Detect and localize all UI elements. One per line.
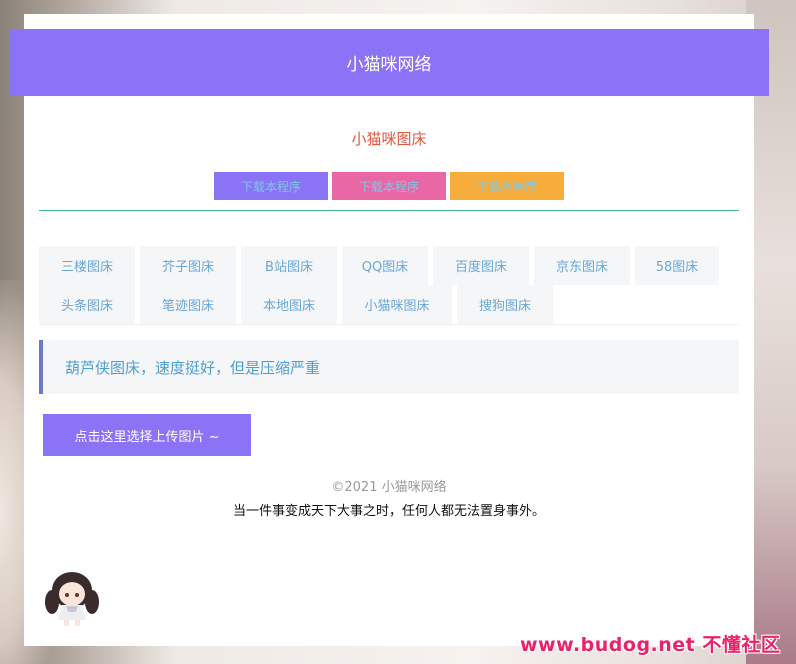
mascot-girl-icon (45, 572, 99, 626)
footer-quote: 当一件事变成天下大事之时，任何人都无法置身事外。 (232, 504, 545, 519)
notice-text: 葫芦侠图床，速度挺好，但是压缩严重 (65, 358, 321, 377)
tab-qq[interactable]: QQ图床 (342, 246, 428, 285)
tab-sanlou[interactable]: 三楼图床 (39, 246, 135, 285)
copyright-text: ©2021 小猫咪网络 (331, 480, 447, 495)
watermark-text: www.budog.net 不懂社区 (520, 634, 781, 656)
tab-sogou[interactable]: 搜狗图床 (457, 285, 553, 324)
download-button-3[interactable]: 下载本程序 (450, 172, 564, 200)
main-card (24, 14, 754, 646)
upload-button[interactable]: 点击这里选择上传图片 ~ (43, 414, 251, 456)
tabs-underline (39, 324, 739, 325)
tab-biji[interactable]: 笔迹图床 (140, 285, 236, 324)
tab-58[interactable]: 58图床 (635, 246, 719, 285)
header-bar: 小猫咪网络 (9, 29, 769, 96)
download-button-2[interactable]: 下载本程序 (332, 172, 446, 200)
divider (39, 210, 739, 211)
tab-baidu[interactable]: 百度图床 (433, 246, 529, 285)
tab-jiezi[interactable]: 芥子图床 (140, 246, 236, 285)
tab-bilibili[interactable]: B站图床 (241, 246, 337, 285)
tab-local[interactable]: 本地图床 (241, 285, 337, 324)
page-subtitle: 小猫咪图床 (351, 130, 427, 148)
header-title: 小猫咪网络 (346, 55, 432, 75)
download-button-1[interactable]: 下载本程序 (214, 172, 328, 200)
tab-xiaomaomi[interactable]: 小猫咪图床 (342, 285, 452, 324)
tab-jd[interactable]: 京东图床 (534, 246, 630, 285)
notice-box: 葫芦侠图床，速度挺好，但是压缩严重 (39, 340, 739, 394)
tab-toutiao[interactable]: 头条图床 (39, 285, 135, 324)
